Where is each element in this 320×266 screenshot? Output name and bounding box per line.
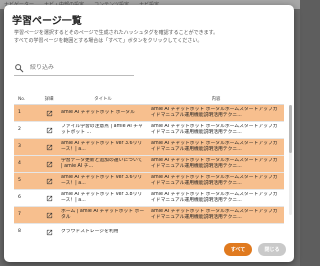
- open-link-icon[interactable]: [46, 144, 53, 151]
- row-title-text: ホーム | amie AI チャットボット ポータル: [61, 208, 145, 220]
- table-header: No. 詳細 タイトル 内容: [14, 87, 284, 105]
- open-link-icon[interactable]: [46, 178, 53, 185]
- row-number: 7: [18, 211, 21, 217]
- row-number: 8: [18, 228, 21, 234]
- row-link-cell[interactable]: [40, 195, 58, 202]
- row-link-cell[interactable]: [40, 144, 58, 151]
- row-content-text: amie AI チャットボット ポータルホームスタートアップガイドマニュアル運用…: [151, 123, 278, 135]
- row-number: 2: [18, 126, 21, 132]
- row-title[interactable]: ホーム | amie AI チャットボット ポータル: [58, 209, 148, 221]
- row-content: amie AI チャットボット ポータルホームスタートアップガイドマニュアル運用…: [148, 107, 284, 119]
- row-title[interactable]: amie AI チャットボット ver 3.6リリース！| a...: [58, 175, 148, 187]
- row-content-text: amie AI チャットボット ポータルホームスタートアップガイドマニュアル運用…: [151, 191, 278, 203]
- row-title[interactable]: amie AI チャットボット ver 3.8リリース！| a...: [58, 192, 148, 204]
- row-title-text: amie AI チャットボット ver 3.8リリース！| a...: [61, 191, 143, 203]
- search-field[interactable]: [14, 60, 134, 76]
- table-scrollbar[interactable]: [289, 105, 292, 215]
- row-content-text: amie AI チャットボット ポータルホームスタートアップガイドマニュアル運用…: [151, 157, 278, 169]
- row-content: amie AI チャットボット ポータルホームスタートアップガイドマニュアル運用…: [148, 192, 284, 204]
- open-link-icon[interactable]: [46, 161, 53, 168]
- scrollbar-thumb[interactable]: [289, 105, 292, 153]
- row-content: amie AI チャットボット ポータルホームスタートアップガイドマニュアル運用…: [148, 175, 284, 187]
- dialog-actions: すべて 閉じる: [224, 243, 286, 256]
- row-title-text: amie AI チャットボット ポータル: [61, 109, 135, 115]
- search-input[interactable]: [30, 64, 130, 71]
- row-title-text: ファイル学習の注意点 | amie AI チャットボット ...: [61, 123, 143, 135]
- open-link-icon[interactable]: [46, 195, 53, 202]
- column-header-no: No.: [18, 97, 26, 102]
- column-header-title: タイトル: [94, 97, 112, 102]
- dialog-title: 学習ページ一覧: [12, 16, 82, 27]
- row-title[interactable]: クラウドストレージを利用: [58, 229, 148, 235]
- column-header-link: 詳細: [44, 97, 54, 102]
- row-link-cell[interactable]: [40, 127, 58, 134]
- search-icon: [15, 63, 24, 72]
- open-link-icon[interactable]: [46, 127, 53, 134]
- row-content: amie AI チャットボット ポータルホームスタートアップガイドマニュアル運用…: [148, 158, 284, 170]
- table-row[interactable]: 6 amie AI チャットボット ver 3.8リリース！| a... amie …: [14, 190, 284, 207]
- row-link-cell[interactable]: [40, 110, 58, 117]
- row-link-cell[interactable]: [40, 178, 58, 185]
- close-button[interactable]: 閉じる: [258, 243, 286, 256]
- table-row[interactable]: 2 ファイル学習の注意点 | amie AI チャットボット ... amie AI…: [14, 122, 284, 139]
- row-number: 1: [18, 109, 21, 115]
- table-row[interactable]: 3 amie AI チャットボット ver 3.6リリース！| a... amie …: [14, 139, 284, 156]
- row-title-text: amie AI チャットボット ver 3.6リリース！| a...: [61, 140, 143, 152]
- table-row[interactable]: 1 amie AI チャットボット ポータル amie AI チャットボット ポータ…: [14, 105, 284, 122]
- row-content-text: amie AI チャットボット ポータルホームスタートアップガイドマニュアル運用…: [151, 208, 278, 220]
- table-row[interactable]: 5 amie AI チャットボット ver 3.6リリース！| a... amie …: [14, 173, 284, 190]
- open-link-icon[interactable]: [46, 229, 53, 236]
- row-number: 3: [18, 143, 21, 149]
- table-row[interactable]: 4 学習データ更新と追加の違いについて | amie AI チ... amie AI…: [14, 156, 284, 173]
- table-body: 1 amie AI チャットボット ポータル amie AI チャットボット ポータ…: [14, 105, 284, 239]
- row-link-cell[interactable]: [40, 212, 58, 219]
- row-number: 5: [18, 177, 21, 183]
- row-content-text: amie AI チャットボット ポータルホームスタートアップガイドマニュアル運用…: [151, 174, 278, 186]
- row-title[interactable]: amie AI チャットボット ポータル: [58, 110, 148, 116]
- row-content-text: amie AI チャットボット ポータルホームスタートアップガイドマニュアル運用…: [151, 106, 278, 118]
- row-number: 6: [18, 194, 21, 200]
- row-content-text: amie AI チャットボット ポータルホームスタートアップガイドマニュアル運用…: [151, 140, 278, 152]
- description-line: すべての学習ページを範囲とする場合は「すべて」ボタンをクリックしてください。: [14, 38, 203, 44]
- table-row[interactable]: 8 クラウドストレージを利用: [14, 224, 284, 239]
- select-all-button[interactable]: すべて: [224, 243, 252, 256]
- row-title[interactable]: 学習データ更新と追加の違いについて | amie AI チ...: [58, 158, 148, 170]
- row-link-cell[interactable]: [40, 161, 58, 168]
- row-title-text: 学習データ更新と追加の違いについて | amie AI チ...: [61, 157, 143, 169]
- row-number: 4: [18, 160, 21, 166]
- description-line: 学習ページを選択するとそのページで生成されたハッシュタグを確認することができます…: [14, 30, 219, 36]
- row-content: amie AI チャットボット ポータルホームスタートアップガイドマニュアル運用…: [148, 141, 284, 153]
- row-content: amie AI チャットボット ポータルホームスタートアップガイドマニュアル運用…: [148, 124, 284, 136]
- table-row[interactable]: 7 ホーム | amie AI チャットボット ポータル amie AI チャットボ…: [14, 207, 284, 224]
- row-content: amie AI チャットボット ポータルホームスタートアップガイドマニュアル運用…: [148, 209, 284, 221]
- row-link-cell[interactable]: [40, 229, 58, 236]
- column-header-content: 内容: [211, 97, 221, 102]
- row-title[interactable]: ファイル学習の注意点 | amie AI チャットボット ...: [58, 124, 148, 136]
- row-title-text: クラウドストレージを利用: [61, 228, 119, 234]
- row-title-text: amie AI チャットボット ver 3.6リリース！| a...: [61, 174, 143, 186]
- open-link-icon[interactable]: [46, 110, 53, 117]
- learning-pages-dialog: 学習ページ一覧 学習ページを選択するとそのページで生成されたハッシュタグを確認す…: [4, 5, 294, 262]
- pages-table: No. 詳細 タイトル 内容 1 amie AI チャットボット ポータル amie…: [14, 87, 284, 239]
- dialog-description: 学習ページを選択するとそのページで生成されたハッシュタグを確認することができます…: [14, 29, 290, 45]
- row-title[interactable]: amie AI チャットボット ver 3.6リリース！| a...: [58, 141, 148, 153]
- open-link-icon[interactable]: [46, 212, 53, 219]
